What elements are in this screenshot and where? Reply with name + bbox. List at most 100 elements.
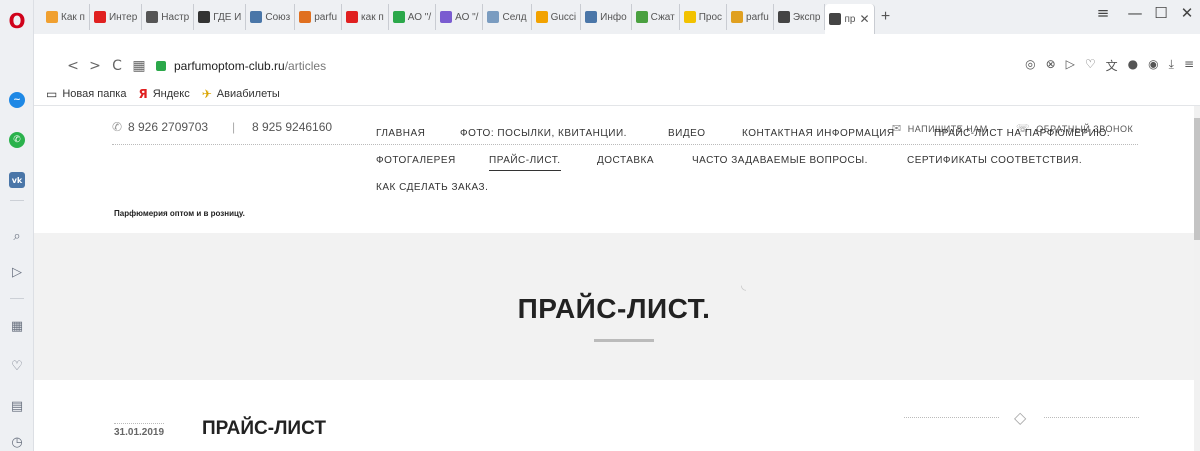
bookmark-label: Авиабилеты — [216, 87, 280, 100]
camera-icon[interactable]: ◎ — [1025, 57, 1035, 74]
page-hero: ◟ ПРАЙС-ЛИСТ. — [34, 233, 1194, 380]
sidebar-divider-left — [904, 417, 999, 418]
tab-1[interactable]: Интер — [90, 4, 143, 30]
tab-9[interactable]: Селд — [483, 4, 532, 30]
scrollbar-thumb[interactable] — [1194, 118, 1200, 240]
nav-contacts[interactable]: КОНТАКТНАЯ ИНФОРМАЦИЯ — [742, 128, 895, 139]
tab-label: Сжат — [650, 11, 675, 23]
nav-how-to-order[interactable]: КАК СДЕЛАТЬ ЗАКАЗ. — [376, 182, 488, 193]
phone-2[interactable]: 8 925 9246160 — [252, 120, 332, 134]
phone-icon: ✆ — [112, 120, 123, 134]
history-icon[interactable]: ◷ — [9, 434, 25, 450]
web-page: ✆ 8 926 2709703 | 8 925 9246160 ✉ НАПИШИ… — [34, 106, 1194, 451]
bookmark-folder[interactable]: ▭ Новая папка — [46, 87, 126, 101]
bookmark-yandex[interactable]: Я Яндекс — [138, 87, 189, 101]
nav-price-perfume[interactable]: ПРАЙС-ЛИСТ НА ПАРФЮМЕРИЮ. — [934, 128, 1110, 139]
send-icon[interactable]: ▷ — [9, 264, 25, 280]
tab-label: Инфо — [600, 11, 627, 23]
tab-label: как п — [361, 11, 384, 23]
phone-1[interactable]: 8 926 2709703 — [128, 120, 208, 134]
address-actions: ◎ ⊗ ▷ ♡ 文 ● ◉ ⤓ ≡ — [1025, 57, 1194, 74]
nav-faq[interactable]: ЧАСТО ЗАДАВАЕМЫЕ ВОПРОСЫ. — [692, 155, 868, 166]
messenger-icon[interactable]: ~ — [9, 92, 25, 108]
whatsapp-icon[interactable]: ✆ — [9, 132, 25, 148]
tab-12[interactable]: Сжат — [632, 4, 680, 30]
title-underline — [594, 339, 654, 342]
tab-favicon-icon — [440, 11, 453, 23]
address-bar: < > C ▦ parfumoptom-club.ru/articles ◎ ⊗… — [34, 52, 1200, 80]
nav-gallery[interactable]: ФОТОГАЛЕРЕЯ — [376, 155, 456, 166]
forward-button[interactable]: > — [84, 58, 106, 74]
new-tab-button[interactable]: + — [875, 8, 897, 26]
profile-icon[interactable]: ◉ — [1148, 57, 1158, 74]
tab-2[interactable]: Настр — [142, 4, 195, 30]
tab-favicon-icon — [535, 11, 548, 23]
vk-icon[interactable]: vk — [9, 172, 25, 188]
download-icon[interactable]: ⤓ — [1169, 57, 1174, 74]
tab-6[interactable]: как п — [342, 4, 389, 30]
tab-3[interactable]: ГДЕ И — [194, 4, 247, 30]
post-date: 31.01.2019 — [114, 423, 165, 438]
nav-video[interactable]: ВИДЕО — [668, 128, 706, 139]
tab-15[interactable]: Экспр — [774, 4, 826, 30]
send-icon[interactable]: ▷ — [1066, 57, 1075, 74]
bookmark-label: Яндекс — [152, 87, 190, 100]
heart-icon[interactable]: ♡ — [9, 358, 25, 374]
plane-icon: ✈ — [201, 86, 212, 101]
tab-label: Настр — [161, 11, 190, 23]
tab-favicon-icon — [585, 11, 598, 23]
bookmarks-bar: ▭ Новая папка Я Яндекс ✈ Авиабилеты — [34, 82, 1200, 106]
bookmark-avia[interactable]: ✈ Авиабилеты — [202, 87, 280, 101]
site-brand[interactable]: Парфюмерия оптом и в розницу. — [114, 209, 245, 218]
tab-favicon-icon — [46, 11, 58, 23]
lock-icon[interactable] — [156, 61, 166, 71]
tab-14[interactable]: parfu — [727, 4, 774, 30]
menu-icon[interactable]: ≡ — [1184, 57, 1194, 74]
tab-label: ГДЕ И — [213, 11, 242, 23]
post-title[interactable]: ПРАЙС-ЛИСТ — [202, 418, 326, 440]
nav-price-list[interactable]: ПРАЙС-ЛИСТ. — [489, 155, 561, 171]
tab-label: parfu — [746, 11, 769, 23]
url-field[interactable]: parfumoptom-club.ru/articles — [174, 57, 326, 75]
tab-5[interactable]: parfu — [295, 4, 343, 30]
back-button[interactable]: < — [62, 58, 84, 74]
search-icon[interactable]: ⌕ — [9, 228, 25, 244]
reload-button[interactable]: C — [106, 58, 128, 74]
tab-favicon-icon — [392, 11, 405, 23]
tab-favicon-icon — [731, 11, 744, 23]
tab-10[interactable]: Gucci — [532, 4, 582, 30]
url-host: parfumoptom-club.ru — [174, 59, 285, 73]
maximize-button[interactable]: ☐ — [1148, 4, 1174, 22]
nav-home[interactable]: ГЛАВНАЯ — [376, 128, 425, 139]
scrollbar[interactable] — [1194, 106, 1200, 451]
yandex-icon: Я — [138, 86, 148, 101]
speed-dial-icon[interactable]: ▦ — [9, 318, 25, 334]
tab-menu-icon[interactable]: ≡ — [1090, 4, 1116, 22]
speed-dial-button[interactable]: ▦ — [128, 58, 150, 74]
minimize-button[interactable]: — — [1122, 4, 1148, 22]
block-icon[interactable]: ⊗ — [1046, 57, 1056, 74]
extension-icon[interactable]: ● — [1128, 57, 1138, 74]
bookmark-label: Новая папка — [62, 87, 127, 100]
tab-13[interactable]: Прос — [680, 4, 728, 30]
tab-7[interactable]: АО "/ — [389, 4, 437, 30]
nav-photo[interactable]: ФОТО: ПОСЫЛКИ, КВИТАНЦИИ. — [460, 128, 627, 139]
sidebar-divider-right — [1044, 417, 1139, 418]
news-icon[interactable]: ▤ — [9, 398, 25, 414]
sidebar-divider — [10, 200, 24, 201]
rss-icon[interactable]: ◟ — [741, 278, 746, 293]
heart-icon[interactable]: ♡ — [1085, 57, 1096, 74]
tab-0[interactable]: Как п — [42, 4, 90, 30]
tab-11[interactable]: Инфо — [581, 4, 632, 30]
tab-label: Экспр — [792, 11, 821, 23]
opera-logo-icon[interactable]: O — [6, 10, 28, 32]
tab-8[interactable]: АО "/ — [436, 4, 484, 30]
tab-favicon-icon — [299, 11, 312, 23]
close-window-button[interactable]: ✕ — [1174, 4, 1200, 22]
nav-certificates[interactable]: СЕРТИФИКАТЫ СООТВЕТСТВИЯ. — [907, 155, 1082, 166]
tab-close-button[interactable]: ✕ — [859, 12, 869, 26]
tab-4[interactable]: Союз — [246, 4, 296, 30]
nav-delivery[interactable]: ДОСТАВКА — [597, 155, 654, 166]
translate-icon[interactable]: 文 — [1106, 57, 1118, 74]
tab-active[interactable]: пр ✕ — [825, 4, 875, 34]
